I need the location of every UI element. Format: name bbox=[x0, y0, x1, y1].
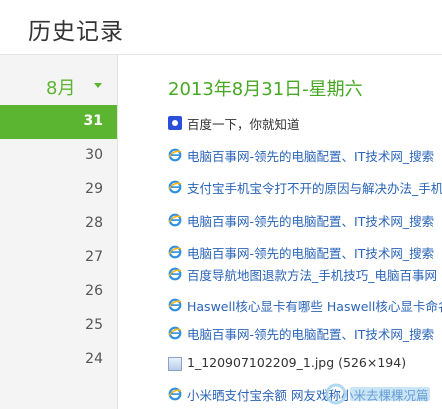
day-item[interactable]: 25 bbox=[0, 309, 117, 343]
day-item-active[interactable]: 31 bbox=[0, 105, 117, 139]
entry-title: 电脑百事网-领先的电脑配置、IT技术网_搜索 bbox=[187, 246, 435, 261]
history-entry[interactable]: 百度导航地图退款方法_手机技巧_电脑百事网 bbox=[166, 264, 442, 286]
ie-icon bbox=[168, 298, 182, 312]
day-item[interactable]: 26 bbox=[0, 275, 117, 309]
day-label: 31 bbox=[83, 113, 103, 129]
day-label: 27 bbox=[85, 249, 103, 265]
history-entry[interactable]: 电脑百事网-领先的电脑配置、IT技术网_搜索 bbox=[166, 210, 442, 232]
day-label: 30 bbox=[85, 147, 103, 163]
entry-title: 百度导航地图退款方法_手机技巧_电脑百事网 bbox=[187, 268, 438, 283]
history-entry[interactable]: 电脑百事网-领先的电脑配置、IT技术网_搜索 bbox=[166, 242, 442, 264]
entry-title: 电脑百事网-领先的电脑配置、IT技术网_搜索 bbox=[187, 327, 435, 342]
date-sidebar: 8月 31 30 29 28 27 26 25 24 bbox=[0, 55, 118, 409]
entry-title: Haswell核心显卡有哪些 Haswell核心显卡命名 bbox=[187, 299, 442, 314]
day-label: 24 bbox=[85, 351, 103, 367]
day-label: 25 bbox=[85, 317, 103, 333]
history-entry[interactable]: Haswell核心显卡有哪些 Haswell核心显卡命名 bbox=[166, 295, 442, 317]
entry-title: 支付宝手机宝令打不开的原因与解决办法_手机 bbox=[187, 181, 442, 196]
entry-title: 电脑百事网-领先的电脑配置、IT技术网_搜索 bbox=[187, 149, 435, 164]
day-item[interactable]: 29 bbox=[0, 173, 117, 207]
day-label: 26 bbox=[85, 283, 103, 299]
header: 历史记录 bbox=[0, 0, 442, 55]
date-heading: 2013年8月31日-星期六 bbox=[168, 79, 363, 100]
entry-title: 1_120907102209_1.jpg (526×194) bbox=[187, 355, 407, 370]
baidu-paw-icon bbox=[168, 116, 182, 130]
month-dropdown[interactable]: 8月 bbox=[0, 72, 117, 100]
ie-icon bbox=[168, 180, 182, 194]
history-list: 2013年8月31日-星期六 百度一下，你就知道 电脑百事网-领先的电脑配置、I… bbox=[118, 55, 442, 409]
ie-icon bbox=[168, 148, 182, 162]
day-item[interactable]: 24 bbox=[0, 343, 117, 377]
site-watermark-logo bbox=[325, 383, 430, 405]
day-item[interactable]: 28 bbox=[0, 207, 117, 241]
day-label: 28 bbox=[85, 215, 103, 231]
caret-down-icon bbox=[94, 83, 102, 88]
history-entry[interactable]: 支付宝手机宝令打不开的原因与解决办法_手机 bbox=[166, 177, 442, 199]
entry-title: 百度一下，你就知道 bbox=[187, 117, 300, 132]
ie-icon bbox=[168, 213, 182, 227]
month-label: 8月 bbox=[46, 78, 76, 99]
history-entry[interactable]: 1_120907102209_1.jpg (526×194) bbox=[166, 354, 442, 376]
ie-icon bbox=[168, 267, 182, 281]
page-title: 历史记录 bbox=[28, 19, 124, 45]
day-item[interactable]: 27 bbox=[0, 241, 117, 275]
history-entry[interactable]: 百度一下，你就知道 bbox=[166, 113, 442, 135]
history-entry[interactable]: 电脑百事网-领先的电脑配置、IT技术网_搜索 bbox=[166, 145, 442, 167]
ie-icon bbox=[168, 387, 182, 401]
day-label: 29 bbox=[85, 181, 103, 197]
history-entry[interactable]: 电脑百事网-领先的电脑配置、IT技术网_搜索 bbox=[166, 323, 442, 345]
day-item[interactable]: 30 bbox=[0, 139, 117, 173]
ie-icon bbox=[168, 326, 182, 340]
ie-icon bbox=[168, 245, 182, 259]
entry-title: 电脑百事网-领先的电脑配置、IT技术网_搜索 bbox=[187, 214, 435, 229]
image-file-icon bbox=[168, 357, 182, 371]
